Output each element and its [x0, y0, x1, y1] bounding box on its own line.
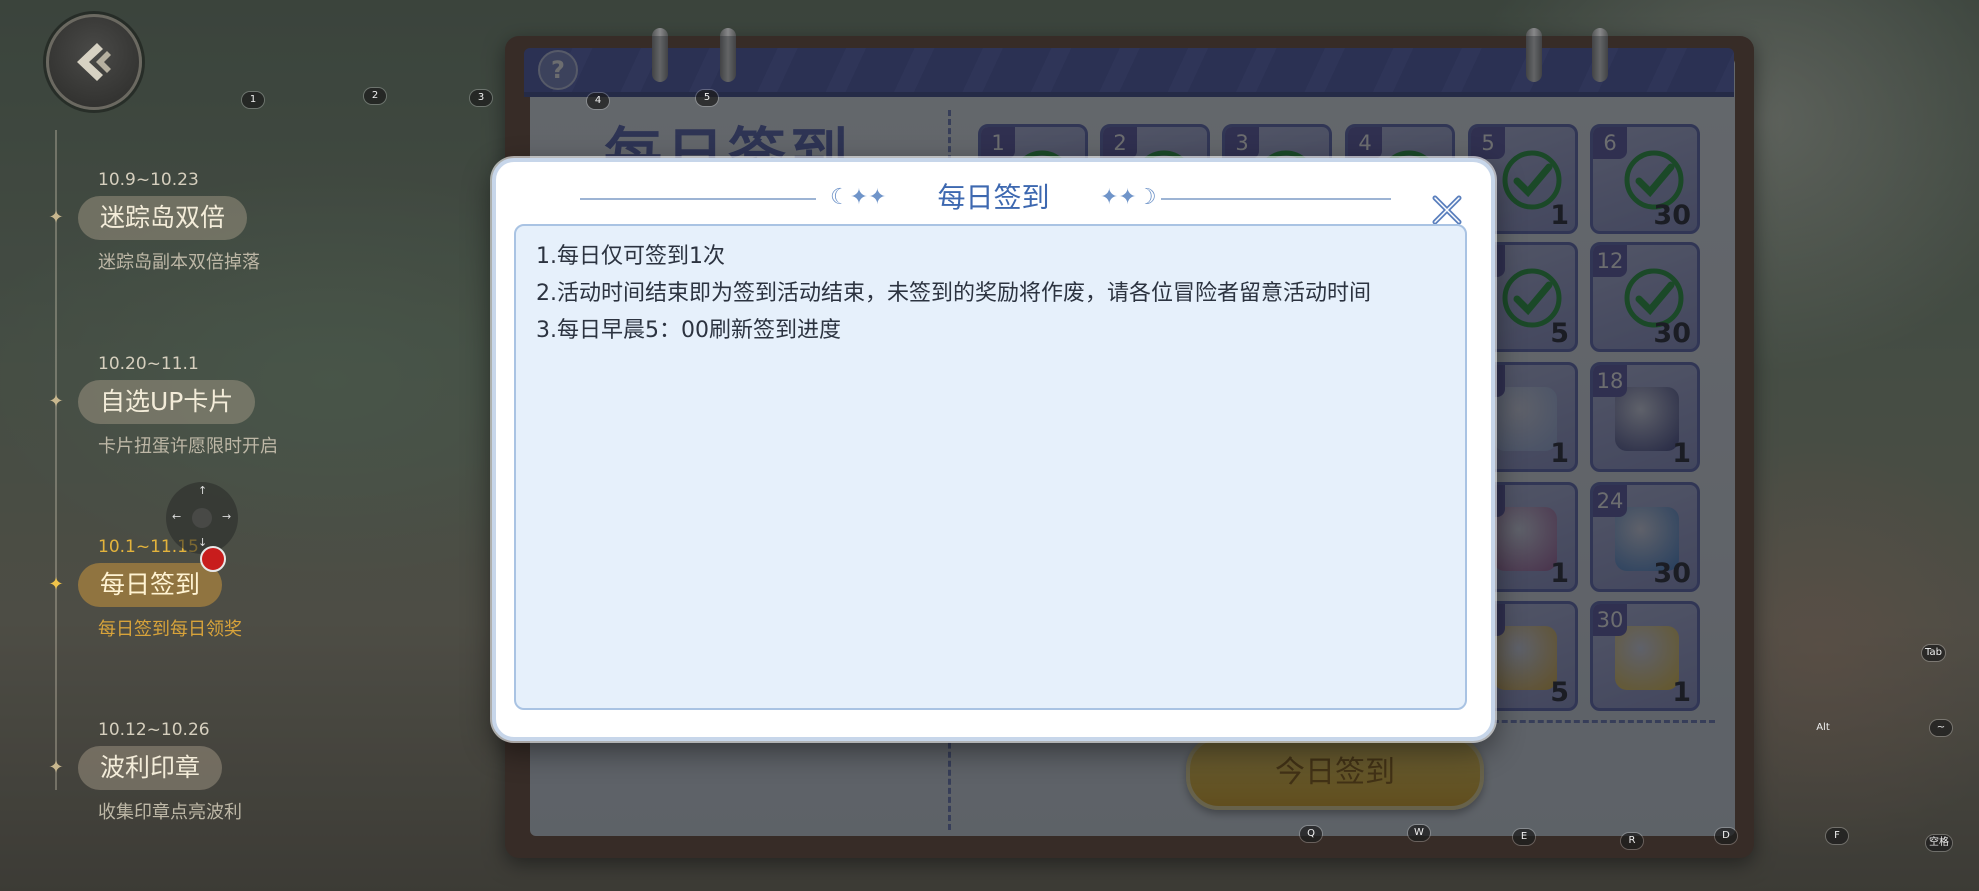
- virtual-joystick[interactable]: ↑ ↓ ← →: [166, 482, 238, 554]
- key-hint-2: 2: [364, 88, 386, 104]
- record-indicator-icon: [200, 546, 226, 572]
- key-hint-3: 3: [470, 90, 492, 106]
- rule-item: 2.活动时间结束即为签到活动结束，未签到的奖励将作废，请各位冒险者留意活动时间: [536, 281, 1371, 306]
- event-date: 10.12~10.26: [98, 720, 210, 740]
- rules-dialog: ☾✦✦ 每日签到 ✦✦☽ 1.每日仅可签到1次 2.活动时间结束即为签到活动结束…: [492, 158, 1495, 741]
- timeline-node-icon: ✦: [48, 757, 64, 778]
- title-divider: [1161, 198, 1391, 200]
- key-hint-tab: Tab: [1922, 645, 1945, 661]
- key-hint-e: E: [1513, 829, 1535, 845]
- joystick-knob[interactable]: [192, 508, 212, 528]
- timeline-line: [55, 130, 57, 790]
- key-hint-space: 空格: [1926, 835, 1952, 851]
- timeline-node-icon: ✦: [48, 391, 64, 412]
- event-title: 自选UP卡片: [78, 380, 256, 424]
- key-hint-alt: Alt: [1816, 722, 1830, 733]
- rule-item: 3.每日早晨5：00刷新签到进度: [536, 318, 841, 343]
- game-screen: ? 每日签到 1234516301512307118131243095301 今…: [0, 0, 1979, 891]
- event-title: 迷踪岛双倍: [78, 196, 248, 240]
- event-date: 10.9~10.23: [98, 170, 199, 190]
- key-hint-tilde: ~: [1930, 720, 1952, 736]
- key-hint-w: W: [1408, 825, 1430, 841]
- dialog-header: ☾✦✦ 每日签到 ✦✦☽: [496, 176, 1491, 225]
- crescent-moon-icon: ✦✦☽: [1100, 185, 1157, 210]
- arrow-up-icon: ↑: [198, 484, 208, 497]
- event-subtitle: 卡片扭蛋许愿限时开启: [98, 436, 278, 457]
- back-button[interactable]: [46, 14, 142, 110]
- rule-item: 1.每日仅可签到1次: [536, 244, 725, 269]
- arrow-right-icon: →: [222, 510, 232, 523]
- key-hint-f: F: [1826, 828, 1848, 844]
- key-hint-r: R: [1621, 833, 1643, 849]
- key-hint-d: D: [1715, 828, 1737, 844]
- close-icon[interactable]: [1429, 192, 1465, 228]
- key-hint-5: 5: [696, 90, 718, 106]
- timeline-node-icon: ✦: [48, 574, 64, 595]
- event-date: 10.20~11.1: [98, 354, 199, 374]
- timeline-node-icon: ✦: [48, 207, 64, 228]
- key-hint-q: Q: [1300, 826, 1322, 842]
- event-title: 波利印章: [78, 746, 223, 790]
- rules-panel: 1.每日仅可签到1次 2.活动时间结束即为签到活动结束，未签到的奖励将作废，请各…: [514, 224, 1467, 710]
- event-title: 每日签到: [78, 563, 223, 607]
- key-hint-1: 1: [242, 92, 264, 108]
- event-subtitle: 收集印章点亮波利: [98, 802, 242, 823]
- back-arrow-icon: [77, 43, 111, 81]
- event-subtitle: 每日签到每日领奖: [98, 619, 242, 640]
- arrow-left-icon: ←: [172, 510, 182, 523]
- event-subtitle: 迷踪岛副本双倍掉落: [98, 252, 260, 273]
- key-hint-4: 4: [587, 93, 609, 109]
